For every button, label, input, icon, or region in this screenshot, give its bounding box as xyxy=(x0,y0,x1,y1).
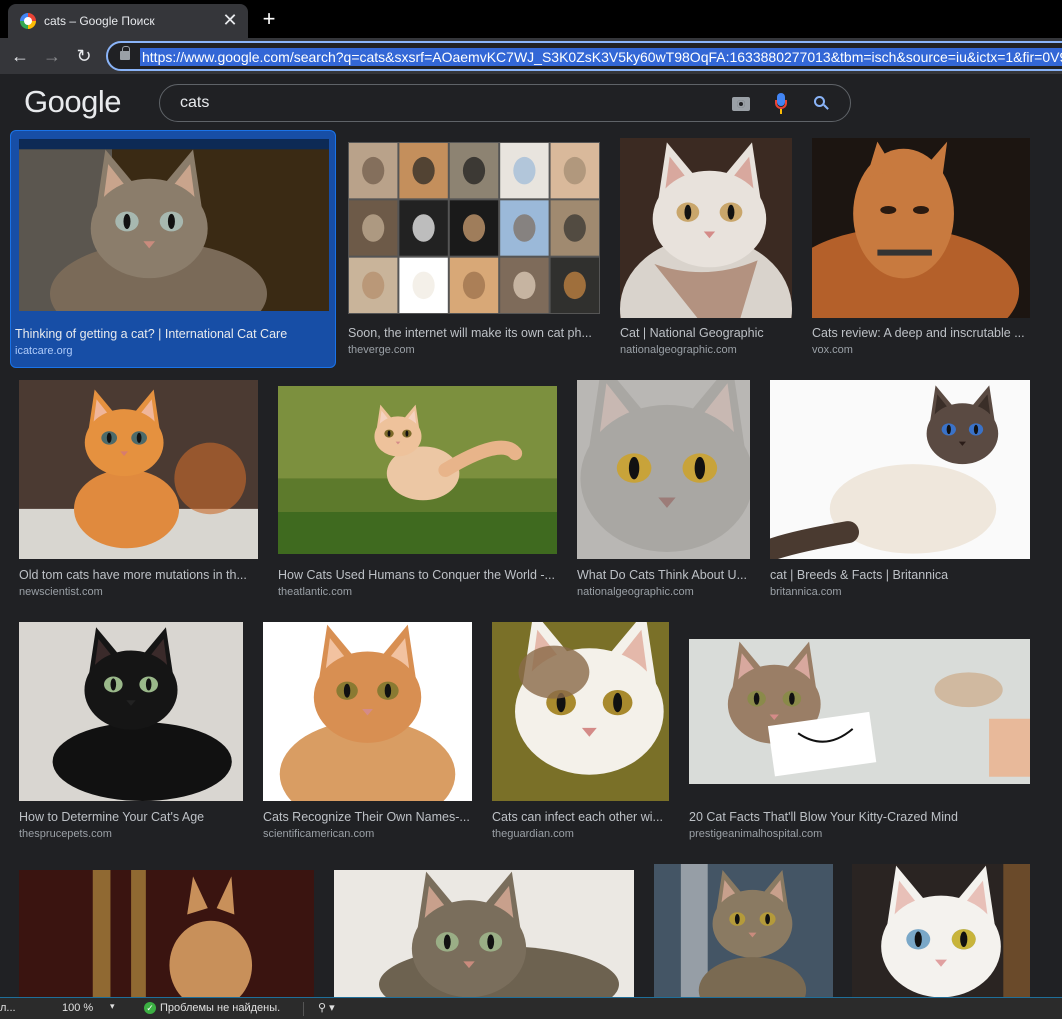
result-source[interactable]: vox.com xyxy=(812,344,853,356)
result-title[interactable]: Cats Recognize Their Own Names-... xyxy=(263,810,471,824)
result-title[interactable]: Old tom cats have more mutations in th..… xyxy=(19,568,257,582)
tab-strip: cats – Google Поиск ✕ + xyxy=(0,0,1062,38)
result-source[interactable]: britannica.com xyxy=(770,586,842,598)
result-title[interactable]: cat | Breeds & Facts | Britannica xyxy=(770,568,1028,582)
image-result-15[interactable] xyxy=(650,864,836,997)
result-title[interactable]: 20 Cat Facts That'll Blow Your Kitty-Cra… xyxy=(689,810,1028,824)
result-thumbnail[interactable] xyxy=(654,864,833,997)
image-result-5[interactable]: Old tom cats have more mutations in th..… xyxy=(15,378,263,614)
image-result-16[interactable] xyxy=(848,864,1034,997)
image-result-14[interactable] xyxy=(330,866,638,997)
search-icon[interactable] xyxy=(814,96,829,110)
result-source[interactable]: theatlantic.com xyxy=(278,586,352,598)
result-source[interactable]: thesprucepets.com xyxy=(19,828,112,840)
status-left-text: л... xyxy=(0,1002,16,1014)
back-button[interactable]: ← xyxy=(8,44,32,68)
google-favicon-icon xyxy=(20,13,36,29)
result-thumbnail[interactable] xyxy=(770,380,1030,559)
tab-title: cats – Google Поиск xyxy=(44,14,155,28)
google-header: Google cats xyxy=(0,74,1062,132)
issues-status-text[interactable]: Проблемы не найдены. xyxy=(160,1002,280,1014)
status-bar: л... 100 % ▾ ✓ Проблемы не найдены. ⚲ ▾ xyxy=(0,997,1062,1019)
result-thumbnail[interactable] xyxy=(334,870,634,997)
result-source[interactable]: theguardian.com xyxy=(492,828,574,840)
tools-dropdown-icon[interactable]: ⚲ ▾ xyxy=(318,1001,335,1014)
google-logo[interactable]: Google xyxy=(24,84,121,120)
image-result-2[interactable]: Soon, the internet will make its own cat… xyxy=(344,130,606,368)
search-box[interactable]: cats xyxy=(159,84,851,122)
result-title[interactable]: Soon, the internet will make its own cat… xyxy=(348,326,600,340)
image-result-1[interactable]: Thinking of getting a cat? | Internation… xyxy=(10,130,336,368)
result-source[interactable]: nationalgeographic.com xyxy=(577,586,694,598)
image-result-7[interactable]: What Do Cats Think About U... nationalgeo… xyxy=(573,378,757,614)
tab-google-search[interactable]: cats – Google Поиск ✕ xyxy=(8,4,248,38)
image-result-10[interactable]: Cats Recognize Their Own Names-... scient… xyxy=(259,620,477,856)
browser-window: cats – Google Поиск ✕ + ← → ↻ https://ww… xyxy=(0,0,1062,1019)
reload-button[interactable]: ↻ xyxy=(72,44,96,68)
image-result-4[interactable]: Cats review: A deep and inscrutable ... v… xyxy=(808,130,1034,368)
result-title[interactable]: How Cats Used Humans to Conquer the Worl… xyxy=(278,568,556,582)
new-tab-button[interactable]: + xyxy=(258,8,280,30)
close-tab-icon[interactable]: ✕ xyxy=(220,10,240,30)
result-thumbnail[interactable] xyxy=(620,138,792,318)
result-source[interactable]: newscientist.com xyxy=(19,586,103,598)
lock-icon[interactable] xyxy=(120,46,130,60)
address-bar[interactable]: https://www.google.com/search?q=cats&sxs… xyxy=(106,41,1062,71)
image-result-8[interactable]: cat | Breeds & Facts | Britannica britann… xyxy=(766,378,1034,614)
result-title[interactable]: Cat | National Geographic xyxy=(620,326,790,340)
zoom-level[interactable]: 100 % xyxy=(62,1002,93,1014)
result-thumbnail[interactable] xyxy=(577,380,750,559)
status-divider xyxy=(303,1002,304,1016)
forward-button[interactable]: → xyxy=(40,44,64,68)
address-bar-url[interactable]: https://www.google.com/search?q=cats&sxs… xyxy=(140,48,1062,66)
result-title[interactable]: Thinking of getting a cat? | Internation… xyxy=(15,327,331,341)
result-thumbnail[interactable] xyxy=(278,386,557,554)
image-result-6[interactable]: How Cats Used Humans to Conquer the Worl… xyxy=(274,378,562,614)
microphone-icon[interactable] xyxy=(775,93,787,115)
browser-toolbar: ← → ↻ https://www.google.com/search?q=ca… xyxy=(0,38,1062,74)
result-thumbnail[interactable] xyxy=(19,139,329,311)
result-thumbnail[interactable] xyxy=(263,622,472,801)
result-thumbnail[interactable] xyxy=(689,639,1030,784)
image-result-9[interactable]: How to Determine Your Cat's Age thespruce… xyxy=(15,620,248,856)
result-thumbnail[interactable] xyxy=(19,870,314,997)
result-title[interactable]: Cats can infect each other wi... xyxy=(492,810,668,824)
result-source[interactable]: nationalgeographic.com xyxy=(620,344,737,356)
result-thumbnail[interactable] xyxy=(852,864,1030,997)
result-thumbnail[interactable] xyxy=(19,622,243,801)
result-thumbnail[interactable] xyxy=(812,138,1030,318)
result-thumbnail[interactable] xyxy=(19,380,258,559)
zoom-dropdown-icon[interactable]: ▾ xyxy=(110,1001,115,1012)
image-result-13[interactable] xyxy=(15,866,319,997)
search-input[interactable]: cats xyxy=(180,94,209,112)
result-source[interactable]: scientificamerican.com xyxy=(263,828,374,840)
result-title[interactable]: What Do Cats Think About U... xyxy=(577,568,751,582)
image-result-12[interactable]: 20 Cat Facts That'll Blow Your Kitty-Cra… xyxy=(685,620,1034,856)
result-thumbnail[interactable] xyxy=(492,622,669,801)
check-icon: ✓ xyxy=(144,1002,156,1014)
result-thumbnail[interactable] xyxy=(348,142,600,314)
result-source[interactable]: icatcare.org xyxy=(15,345,72,357)
camera-icon[interactable] xyxy=(732,97,750,111)
result-title[interactable]: Cats review: A deep and inscrutable ... xyxy=(812,326,1028,340)
image-result-3[interactable]: Cat | National Geographic nationalgeograp… xyxy=(616,130,796,368)
result-source[interactable]: theverge.com xyxy=(348,344,415,356)
image-result-11[interactable]: Cats can infect each other wi... theguard… xyxy=(488,620,674,856)
result-title[interactable]: How to Determine Your Cat's Age xyxy=(19,810,242,824)
result-source[interactable]: prestigeanimalhospital.com xyxy=(689,828,822,840)
